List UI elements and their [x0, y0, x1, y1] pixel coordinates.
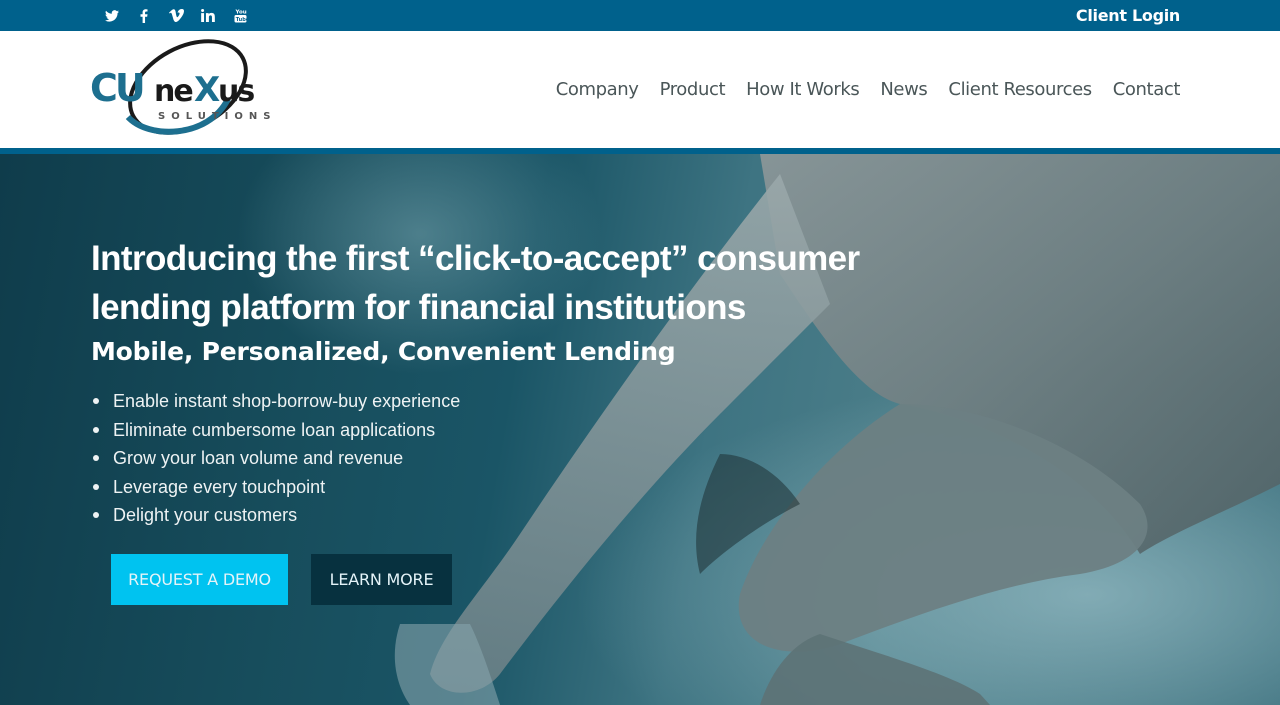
nav-product[interactable]: Product — [660, 79, 726, 100]
hero-headline-line-1: Introducing the first “click-to-accept” … — [91, 239, 860, 278]
nav-company[interactable]: Company — [556, 79, 639, 100]
list-item: Eliminate cumbersome loan applications — [91, 416, 460, 445]
hero-section: Introducing the first “click-to-accept” … — [0, 154, 1280, 705]
cunexus-logo[interactable]: CU ne X us SOLUTIONS — [88, 39, 288, 139]
twitter-icon — [105, 9, 119, 22]
svg-text:X: X — [194, 70, 220, 110]
site-header: CU ne X us SOLUTIONS Company Product How… — [0, 31, 1280, 148]
nav-contact[interactable]: Contact — [1113, 79, 1181, 100]
svg-text:Tube: Tube — [235, 17, 246, 23]
list-item: Grow your loan volume and revenue — [91, 444, 460, 473]
facebook-link[interactable] — [128, 0, 160, 31]
nav-news[interactable]: News — [880, 79, 927, 100]
vimeo-icon — [168, 9, 184, 22]
hero-headline-line-2: lending platform for financial instituti… — [91, 288, 746, 327]
nav-client-resources[interactable]: Client Resources — [948, 79, 1092, 100]
main-nav: Company Product How It Works News Client… — [535, 31, 1181, 148]
bullet-icon — [93, 512, 99, 519]
hero-subheading: Mobile, Personalized, Convenient Lending — [91, 337, 676, 366]
list-item: Leverage every touchpoint — [91, 473, 460, 502]
hero-headline: Introducing the first “click-to-accept” … — [91, 234, 971, 332]
svg-text:SOLUTIONS: SOLUTIONS — [158, 111, 276, 122]
list-item: Enable instant shop-borrow-buy experienc… — [91, 387, 460, 416]
svg-text:ne: ne — [154, 74, 192, 109]
nav-how-it-works[interactable]: How It Works — [746, 79, 860, 100]
bullet-icon — [93, 398, 99, 405]
svg-text:CU: CU — [90, 66, 143, 110]
twitter-link[interactable] — [96, 0, 128, 31]
youtube-icon: YouTube — [234, 8, 247, 23]
bullet-icon — [93, 455, 99, 462]
facebook-icon — [140, 8, 148, 23]
client-login-link[interactable]: Client Login — [1076, 0, 1180, 31]
linkedin-icon — [201, 9, 215, 22]
vimeo-link[interactable] — [160, 0, 192, 31]
request-demo-button[interactable]: REQUEST A DEMO — [111, 554, 288, 605]
youtube-link[interactable]: YouTube — [224, 0, 256, 31]
linkedin-link[interactable] — [192, 0, 224, 31]
bullet-icon — [93, 426, 99, 433]
bullet-icon — [93, 483, 99, 490]
svg-text:us: us — [218, 74, 254, 109]
feature-list: Enable instant shop-borrow-buy experienc… — [91, 387, 460, 530]
learn-more-button[interactable]: LEARN MORE — [311, 554, 452, 605]
top-bar: YouTube Client Login — [0, 0, 1280, 31]
list-item: Delight your customers — [91, 501, 460, 530]
svg-text:You: You — [234, 10, 246, 16]
social-links: YouTube — [96, 0, 256, 31]
